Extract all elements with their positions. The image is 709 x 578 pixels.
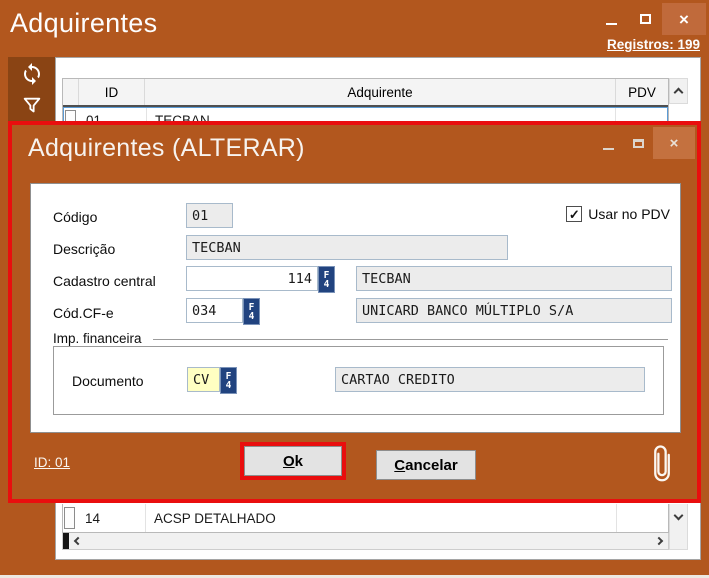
- documento-label: Documento: [72, 373, 144, 389]
- header-selector: [63, 79, 79, 105]
- scroll-down-button[interactable]: [670, 504, 687, 528]
- cadastro-central-f4-button[interactable]: F4: [318, 266, 335, 293]
- f4-icon: 4: [226, 381, 232, 390]
- cancel-button[interactable]: Cancelar: [376, 450, 476, 480]
- chevron-right-icon: [655, 537, 663, 545]
- f4-icon: 4: [249, 312, 255, 321]
- record-id-link[interactable]: ID: 01: [34, 455, 70, 470]
- horizontal-scrollbar[interactable]: [62, 533, 669, 550]
- imp-financeira-group-box: Documento CV F4 CARTAO CREDITO: [53, 346, 664, 415]
- cod-cfe-f4-button[interactable]: F4: [243, 298, 260, 325]
- table-row[interactable]: 14 ACSP DETALHADO: [62, 504, 669, 533]
- cadastro-central-code-field[interactable]: 114: [186, 266, 318, 291]
- cadastro-central-label: Cadastro central: [53, 273, 156, 289]
- cell-id: 14: [79, 504, 145, 532]
- row-indicator: [64, 507, 75, 529]
- scroll-right-button[interactable]: [650, 533, 668, 549]
- window-controls: ×: [594, 3, 706, 35]
- restore-icon: [633, 139, 644, 148]
- chevron-up-icon: [674, 88, 684, 98]
- codigo-field[interactable]: 01: [186, 203, 233, 228]
- usar-no-pdv-checkbox[interactable]: ✓ Usar no PDV: [566, 206, 670, 222]
- imp-financeira-group-label: Imp. financeira: [53, 331, 142, 346]
- maximize-icon: [640, 14, 651, 24]
- table-bottom: 14 ACSP DETALHADO: [62, 504, 688, 550]
- filter-icon: [21, 95, 43, 117]
- cod-cfe-code-field[interactable]: 034: [186, 298, 243, 323]
- descricao-field[interactable]: TECBAN: [186, 235, 508, 260]
- cell-adquirente: ACSP DETALHADO: [145, 504, 616, 532]
- registros-link[interactable]: Registros: 199: [607, 37, 700, 52]
- dialog-title: Adquirentes (ALTERAR): [28, 134, 305, 163]
- minimize-icon: [603, 148, 614, 150]
- ok-button-highlight: Ok: [240, 442, 346, 480]
- grid-header: ID Adquirente PDV: [63, 79, 668, 107]
- chevron-left-icon: [74, 537, 82, 545]
- dialog-window-controls: ×: [593, 127, 695, 159]
- scroll-left-button[interactable]: [69, 533, 87, 549]
- scrollbar-track[interactable]: [87, 533, 650, 549]
- row-selector: [63, 504, 79, 532]
- refresh-icon: [20, 62, 44, 86]
- dialog-restore-button[interactable]: [623, 127, 653, 159]
- scrollbar-corner: [670, 528, 687, 549]
- dialog-minimize-button[interactable]: [593, 127, 623, 159]
- vertical-scrollbar[interactable]: [669, 78, 688, 104]
- documento-name-field[interactable]: CARTAO CREDITO: [335, 367, 645, 392]
- codigo-label: Código: [53, 209, 97, 225]
- close-icon: ×: [670, 136, 679, 151]
- cod-cfe-name-field[interactable]: UNICARD BANCO MÚLTIPLO S/A: [356, 298, 672, 323]
- cadastro-central-name-field[interactable]: TECBAN: [356, 266, 672, 291]
- cod-cfe-label: Cód.CF-e: [53, 305, 114, 321]
- scroll-up-button[interactable]: [670, 79, 687, 103]
- documento-f4-button[interactable]: F4: [220, 367, 237, 394]
- header-pdv[interactable]: PDV: [616, 79, 668, 105]
- window-title: Adquirentes: [10, 8, 157, 39]
- chevron-down-icon: [674, 510, 684, 520]
- ok-button[interactable]: Ok: [244, 446, 342, 476]
- header-adquirente[interactable]: Adquirente: [145, 79, 616, 105]
- close-button[interactable]: ×: [662, 3, 706, 35]
- dialog-close-button[interactable]: ×: [653, 127, 695, 159]
- filter-button[interactable]: [19, 93, 45, 119]
- group-caption-line: [153, 339, 668, 340]
- documento-code-field[interactable]: CV: [187, 367, 220, 392]
- refresh-button[interactable]: [19, 61, 45, 87]
- descricao-label: Descrição: [53, 241, 115, 257]
- attachment-button[interactable]: [648, 435, 675, 488]
- checkbox-checked-icon: ✓: [566, 206, 582, 222]
- sidebar: [8, 57, 55, 121]
- paperclip-icon: [648, 435, 675, 483]
- minimize-icon: [606, 23, 617, 25]
- maximize-button[interactable]: [628, 3, 662, 35]
- close-icon: ×: [679, 11, 689, 28]
- vertical-scrollbar[interactable]: [669, 504, 688, 550]
- checkbox-label: Usar no PDV: [588, 206, 670, 222]
- f4-icon: 4: [324, 280, 330, 289]
- header-id[interactable]: ID: [79, 79, 145, 105]
- dialog-form-panel: Código 01 ✓ Usar no PDV Descrição TECBAN…: [30, 183, 681, 433]
- minimize-button[interactable]: [594, 3, 628, 35]
- cell-pdv: [616, 504, 668, 532]
- dialog-adquirentes-alterar: Adquirentes (ALTERAR) × Código 01 ✓ Usar…: [8, 121, 701, 503]
